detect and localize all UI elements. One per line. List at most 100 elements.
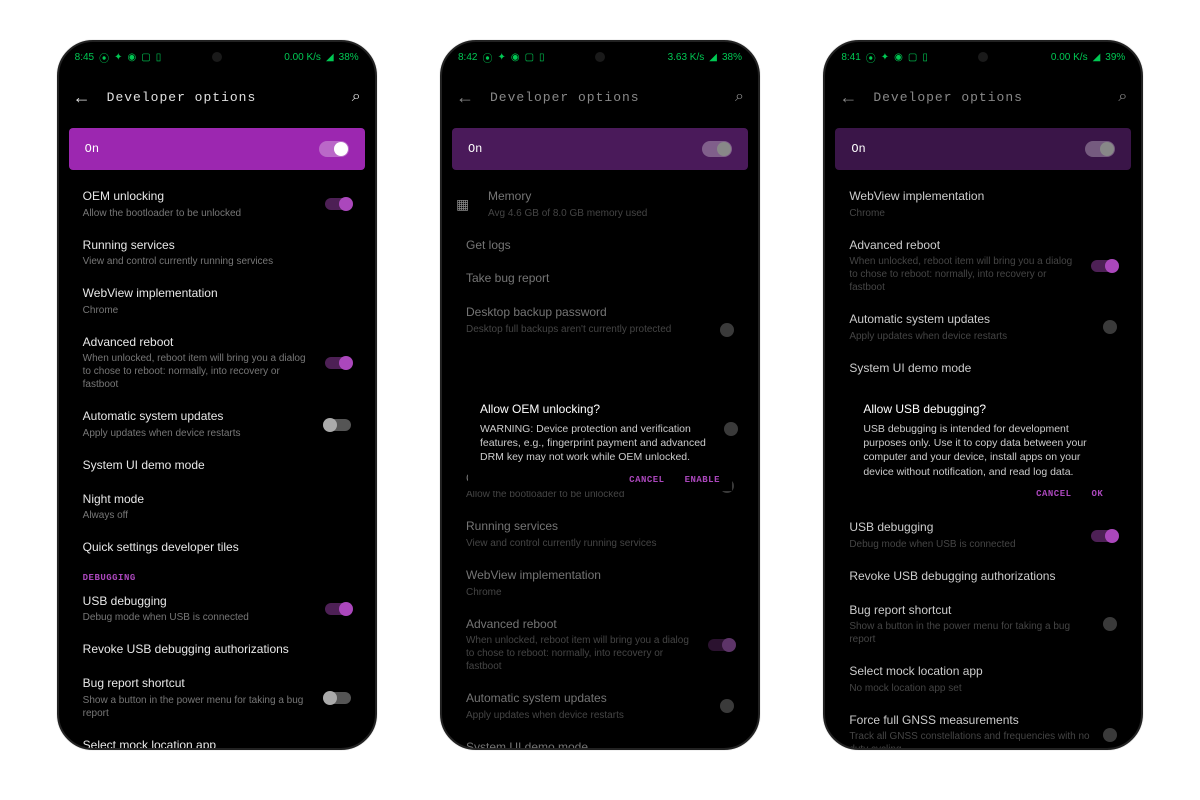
dialog-usb-debugging: Allow USB debugging? USB debugging is in… [851, 392, 1115, 505]
setting-desktop-backup[interactable]: Desktop backup password Desktop full bac… [442, 296, 758, 346]
app-bar: ← Developer options ⌕ [59, 72, 375, 122]
setting-auto-updates[interactable]: Automatic system updates Apply updates w… [59, 400, 375, 449]
time: 8:42 [458, 52, 477, 63]
twitter-icon: ✦ [881, 52, 889, 63]
toggle[interactable] [325, 692, 351, 704]
master-toggle-banner[interactable]: On [69, 128, 365, 170]
page-title: Developer options [873, 90, 1102, 105]
setting-advanced-reboot[interactable]: Advanced reboot When unlocked, reboot it… [59, 326, 375, 401]
settings-list-lower: USB debugging Debug mode when USB is con… [825, 507, 1141, 750]
search-icon[interactable]: ⌕ [352, 88, 361, 106]
radio[interactable] [720, 699, 734, 713]
setting-usb-debugging[interactable]: USB debugging Debug mode when USB is con… [825, 511, 1141, 560]
battery-pct: 38% [339, 52, 359, 63]
app-icon: ◉ [511, 52, 520, 63]
app-icon: ◉ [128, 52, 137, 63]
setting-revoke-usb[interactable]: Revoke USB debugging authorizations [59, 633, 375, 667]
app-icon-3: ▯ [922, 52, 928, 63]
setting-bug-report[interactable]: Bug report shortcut Show a button in the… [825, 594, 1141, 656]
notch [595, 52, 605, 62]
time: 8:45 [75, 52, 94, 63]
toggle[interactable] [325, 357, 351, 369]
master-toggle[interactable] [1085, 141, 1115, 157]
setting-get-logs[interactable]: Get logs [442, 229, 758, 263]
location-icon: ⦿ [482, 50, 492, 65]
setting-advanced-reboot[interactable]: Advanced reboot When unlocked, reboot it… [825, 229, 1141, 304]
setting-webview[interactable]: WebView implementation Chrome [825, 180, 1141, 229]
setting-gnss[interactable]: Force full GNSS measurements Track all G… [825, 704, 1141, 750]
toggle[interactable] [1091, 260, 1117, 272]
radio[interactable] [1103, 320, 1117, 334]
ok-button[interactable]: OK [1092, 489, 1104, 499]
setting-sysui-demo[interactable]: System UI demo mode [59, 449, 375, 483]
setting-sysui-demo[interactable]: System UI demo mode [442, 731, 758, 750]
toggle[interactable] [325, 419, 351, 431]
back-icon[interactable]: ← [839, 87, 857, 108]
net-speed: 3.63 K/s [668, 52, 705, 63]
location-icon: ⦿ [866, 50, 876, 65]
setting-running-services[interactable]: Running services View and control curren… [442, 510, 758, 559]
dialog-oem-unlock: Allow OEM unlocking? WARNING: Device pro… [468, 392, 732, 491]
location-icon: ⦿ [99, 50, 109, 65]
settings-list-lower: OEM unlocking Allow the bootloader to be… [442, 458, 758, 750]
setting-oem-unlocking[interactable]: OEM unlocking Allow the bootloader to be… [59, 180, 375, 229]
chip-icon: ▦ [456, 196, 476, 213]
setting-qs-tiles[interactable]: Quick settings developer tiles [59, 531, 375, 565]
setting-mock-location[interactable]: Select mock location app No mock locatio… [825, 655, 1141, 704]
phone-3: 8:41 ⦿ ✦ ◉ ▢ ▯ 0.00 K/s ◢ 39% ← Develope… [823, 40, 1143, 750]
page-title: Developer options [490, 90, 719, 105]
cancel-button[interactable]: CANCEL [629, 475, 664, 485]
search-icon[interactable]: ⌕ [735, 88, 744, 106]
setting-revoke-usb[interactable]: Revoke USB debugging authorizations [825, 560, 1141, 594]
app-icon-2: ▢ [525, 52, 534, 63]
setting-auto-updates[interactable]: Automatic system updates Apply updates w… [825, 303, 1141, 352]
signal-icon: ◢ [326, 52, 334, 63]
back-icon[interactable]: ← [456, 87, 474, 108]
setting-auto-updates[interactable]: Automatic system updates Apply updates w… [442, 682, 758, 731]
twitter-icon: ✦ [497, 52, 505, 63]
toggle[interactable] [325, 198, 351, 210]
app-icon-2: ▢ [141, 52, 150, 63]
phone-1: 8:45 ⦿ ✦ ◉ ▢ ▯ 0.00 K/s ◢ 38% ← Develope… [57, 40, 377, 750]
app-icon: ◉ [894, 52, 903, 63]
radio[interactable] [720, 323, 734, 337]
enable-button[interactable]: ENABLE [685, 475, 720, 485]
master-toggle-banner[interactable]: On [452, 128, 748, 170]
time: 8:41 [841, 52, 860, 63]
net-speed: 0.00 K/s [1051, 52, 1088, 63]
toggle[interactable] [325, 603, 351, 615]
section-debugging: DEBUGGING [59, 565, 375, 585]
setting-memory[interactable]: ▦ Memory Avg 4.6 GB of 8.0 GB memory use… [442, 180, 758, 229]
master-toggle[interactable] [319, 141, 349, 157]
dialog-body: USB debugging is intended for developmen… [863, 422, 1103, 479]
signal-icon: ◢ [709, 52, 717, 63]
setting-webview[interactable]: WebView implementation Chrome [442, 559, 758, 608]
toggle[interactable] [708, 639, 734, 651]
cancel-button[interactable]: CANCEL [1036, 489, 1071, 499]
setting-mock-location[interactable]: Select mock location app No mock locatio… [59, 729, 375, 750]
dialog-title: Allow USB debugging? [863, 402, 1103, 416]
dialog-body: WARNING: Device protection and verificat… [480, 422, 720, 465]
app-bar: ← Developer options ⌕ [825, 72, 1141, 122]
net-speed: 0.00 K/s [284, 52, 321, 63]
radio[interactable] [1103, 617, 1117, 631]
back-icon[interactable]: ← [73, 87, 91, 108]
setting-webview[interactable]: WebView implementation Chrome [59, 277, 375, 326]
setting-advanced-reboot[interactable]: Advanced reboot When unlocked, reboot it… [442, 608, 758, 683]
setting-bug-report[interactable]: Bug report shortcut Show a button in the… [59, 667, 375, 729]
search-icon[interactable]: ⌕ [1118, 88, 1127, 106]
setting-bug-report[interactable]: Take bug report [442, 262, 758, 296]
setting-usb-debugging[interactable]: USB debugging Debug mode when USB is con… [59, 585, 375, 634]
toggle[interactable] [1091, 530, 1117, 542]
notch [978, 52, 988, 62]
setting-running-services[interactable]: Running services View and control curren… [59, 229, 375, 278]
radio[interactable] [1103, 728, 1117, 742]
settings-list: ▦ Memory Avg 4.6 GB of 8.0 GB memory use… [442, 176, 758, 350]
settings-list: WebView implementation Chrome Advanced r… [825, 176, 1141, 389]
settings-list: OEM unlocking Allow the bootloader to be… [59, 176, 375, 750]
setting-night-mode[interactable]: Night mode Always off [59, 483, 375, 532]
master-toggle[interactable] [702, 141, 732, 157]
master-toggle-banner[interactable]: On [835, 128, 1131, 170]
app-icon-3: ▯ [539, 52, 545, 63]
setting-sysui-demo[interactable]: System UI demo mode [825, 352, 1141, 386]
